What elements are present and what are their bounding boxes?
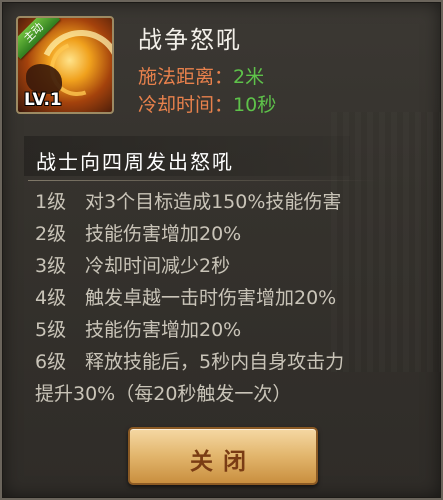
cast-range-label: 施法距离： xyxy=(138,66,234,88)
level-item-continued: 提升30%（每20秒触发一次） xyxy=(35,378,415,410)
skill-icon: 主动 LV.1 xyxy=(16,16,114,114)
cooldown-label: 冷却时间： xyxy=(138,94,234,116)
close-button[interactable]: 关闭 xyxy=(128,427,318,485)
level-item: 1级 对3个目标造成150%技能伤害 xyxy=(35,186,415,218)
cast-range-value: 2米 xyxy=(233,66,265,88)
level-item: 2级 技能伤害增加20% xyxy=(35,218,415,250)
level-item: 4级 触发卓越一击时伤害增加20% xyxy=(35,282,415,314)
skill-info-panel: 主动 LV.1 战争怒吼 施法距离：2米 冷却时间：10秒 战士向四周发出怒吼 … xyxy=(0,0,443,500)
level-effect: 触发卓越一击时伤害增加20% xyxy=(85,287,337,309)
skill-name: 战争怒吼 xyxy=(138,26,242,54)
level-effect: 对3个目标造成150%技能伤害 xyxy=(85,191,342,213)
level-effect: 技能伤害增加20% xyxy=(85,223,242,245)
level-tag: 2级 xyxy=(35,223,67,245)
level-effect: 技能伤害增加20% xyxy=(85,319,242,341)
skill-level-label: LV.1 xyxy=(24,90,62,110)
level-tag: 3级 xyxy=(35,255,67,277)
level-tag: 1级 xyxy=(35,191,67,213)
level-list: 1级 对3个目标造成150%技能伤害 2级 技能伤害增加20% 3级 冷却时间减少2秒… xyxy=(35,186,415,410)
divider xyxy=(28,180,378,181)
level-effect: 冷却时间减少2秒 xyxy=(85,255,231,277)
cooldown-value: 10秒 xyxy=(233,94,277,116)
skill-description: 战士向四周发出怒吼 xyxy=(36,150,234,174)
level-item: 6级 释放技能后，5秒内自身攻击力 xyxy=(35,346,415,378)
level-tag: 4级 xyxy=(35,287,67,309)
cast-range-row: 施法距离：2米 xyxy=(138,62,264,89)
level-tag: 5级 xyxy=(35,319,67,341)
level-item: 5级 技能伤害增加20% xyxy=(35,314,415,346)
level-item: 3级 冷却时间减少2秒 xyxy=(35,250,415,282)
cooldown-row: 冷却时间：10秒 xyxy=(138,90,276,117)
level-tag: 6级 xyxy=(35,351,67,373)
level-effect: 提升30%（每20秒触发一次） xyxy=(35,383,292,405)
close-button-label: 关闭 xyxy=(190,449,256,475)
level-effect: 释放技能后，5秒内自身攻击力 xyxy=(85,351,345,373)
